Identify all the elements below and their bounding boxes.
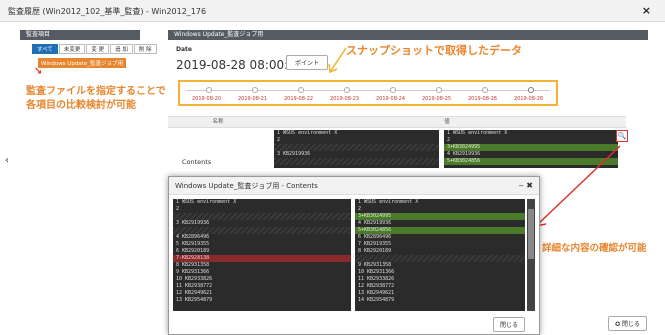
timeline-dot[interactable] bbox=[298, 87, 304, 93]
code-line: 13 KB2949621 bbox=[358, 290, 395, 296]
code-line: 1 WSUS environment X bbox=[447, 130, 508, 136]
zoom-icon[interactable]: 🔍 bbox=[616, 130, 628, 142]
date-value: 2019-08-28 08:00:00 bbox=[176, 58, 304, 72]
timeline-date[interactable]: 2019-08-20 bbox=[192, 96, 221, 102]
detail-header: Windows Update_監査ジョブ用 bbox=[168, 30, 648, 40]
timeline-dot[interactable] bbox=[482, 87, 488, 93]
code-line: 7-KB2928138 bbox=[173, 255, 351, 262]
annotation-left-line2: 各項目の比較検討が可能 bbox=[26, 100, 136, 111]
modal-scrollbar-thumb[interactable] bbox=[528, 209, 534, 259]
tab-deleted[interactable]: 削 除 bbox=[133, 44, 157, 54]
timeline-date[interactable]: 2019-08-24 bbox=[376, 96, 405, 102]
code-line: 6 KB2920189 bbox=[176, 248, 210, 254]
timeline-date[interactable]: 2019-08-23 bbox=[330, 96, 359, 102]
code-line bbox=[274, 144, 439, 151]
timeline-dot[interactable] bbox=[252, 87, 258, 93]
modal-left-code-panel: 1 WSUS environment X2 3 KB2919936 4 KB2896… bbox=[173, 199, 351, 311]
code-line: 8 KB2931358 bbox=[176, 262, 210, 268]
modal-title-bar: Windows Update_監査ジョブ用 - Contents ‒ ✖ bbox=[169, 177, 539, 195]
window-title: 監査履歴 (Win2012_102_基準_監査) - Win2012_176 bbox=[8, 7, 207, 16]
annotation-detail-arrow-icon bbox=[533, 145, 621, 227]
modal-right-code-panel: 1 WSUS environment X 2 3+KB3024995 4 KB2919… bbox=[355, 199, 525, 311]
code-line: 8 KB2920189 bbox=[358, 248, 392, 254]
code-line: 5+KB3024856 bbox=[355, 227, 525, 234]
audit-items-header: 監査項目 bbox=[20, 30, 140, 40]
code-line bbox=[173, 213, 351, 220]
modal-window-controls[interactable]: ‒ ✖ bbox=[519, 177, 533, 195]
column-value-header: 値 bbox=[268, 116, 626, 128]
annotation-left-line1: 監査ファイルを指定することで bbox=[26, 86, 166, 97]
timeline-line bbox=[186, 90, 550, 91]
code-line: 9 KB2931366 bbox=[176, 269, 210, 275]
code-line: 1 WSUS environment X bbox=[277, 130, 338, 136]
timeline-date[interactable]: 2019-08-21 bbox=[238, 96, 267, 102]
snapshot-timeline: 2019-08-20 2019-08-21 2019-08-22 2019-08… bbox=[178, 80, 558, 106]
code-line: 14 KB2954879 bbox=[358, 297, 395, 303]
tab-unchanged[interactable]: 未変更 bbox=[58, 44, 86, 54]
contents-row-label: Contents bbox=[182, 158, 212, 166]
prev-nav-icon[interactable]: ‹ bbox=[5, 155, 9, 166]
timeline-date[interactable]: 2019-08-28 bbox=[514, 96, 543, 102]
tab-changed[interactable]: 変 更 bbox=[86, 44, 110, 54]
code-line: 11 KB2933826 bbox=[358, 276, 395, 282]
audit-items-panel: 監査項目 すべて 未変更 変 更 追 加 削 除 Windows Update_… bbox=[20, 30, 170, 230]
tab-all[interactable]: すべて bbox=[32, 44, 58, 54]
column-name-header: 名称 bbox=[168, 116, 268, 128]
code-line: 12 KB2938772 bbox=[358, 283, 395, 289]
contents-modal: Windows Update_監査ジョブ用 - Contents ‒ ✖ 1 W… bbox=[168, 176, 540, 335]
code-line: 5 KB2919355 bbox=[176, 241, 210, 247]
code-line bbox=[274, 158, 439, 165]
code-line: 9 KB2931358 bbox=[358, 262, 392, 268]
code-line: 4 KB2919936 bbox=[358, 220, 392, 226]
timeline-dot[interactable] bbox=[206, 87, 212, 93]
window-titlebar: 監査履歴 (Win2012_102_基準_監査) - Win2012_176 × bbox=[0, 0, 665, 22]
code-line: 13 KB2954879 bbox=[176, 297, 213, 303]
code-line: 4 KB2896496 bbox=[176, 234, 210, 240]
annotation-snapshot: スナップショットで取得したデータ bbox=[346, 44, 522, 57]
code-line: 2 bbox=[358, 206, 362, 212]
annotation-detail: 詳細な内容の確認が可能 bbox=[542, 243, 647, 254]
code-line: 3 KB2919936 bbox=[277, 151, 311, 157]
annotation-arrow-icon bbox=[328, 47, 347, 74]
code-line: 6 KB2896496 bbox=[358, 234, 392, 240]
code-line: 1 WSUS environment X bbox=[358, 199, 419, 205]
code-line: 2 bbox=[176, 206, 180, 212]
close-icon[interactable]: × bbox=[642, 4, 651, 17]
date-label: Date bbox=[176, 46, 192, 53]
footer-close-button[interactable]: ✪ 閉じる bbox=[608, 316, 647, 331]
point-button[interactable]: ポイント bbox=[286, 55, 329, 70]
timeline-dot[interactable] bbox=[436, 87, 442, 93]
code-line: 7 KB2919355 bbox=[358, 241, 392, 247]
modal-title: Windows Update_監査ジョブ用 - Contents bbox=[175, 182, 318, 190]
filter-tabs: すべて 未変更 変 更 追 加 削 除 bbox=[32, 44, 158, 54]
timeline-date[interactable]: 2019-08-25 bbox=[422, 96, 451, 102]
code-line bbox=[173, 227, 351, 234]
timeline-dot[interactable] bbox=[390, 87, 396, 93]
code-line: 12 KB2949621 bbox=[176, 290, 213, 296]
main-left-code-panel: 1 WSUS environment X2 3 KB2919936 bbox=[274, 130, 439, 168]
timeline-dot[interactable] bbox=[344, 87, 350, 93]
code-line bbox=[355, 255, 525, 262]
code-line: 2 bbox=[277, 137, 281, 143]
modal-scrollbar[interactable] bbox=[527, 199, 535, 311]
code-line: 11 KB2938772 bbox=[176, 283, 213, 289]
code-line: 10 KB2933826 bbox=[176, 276, 213, 282]
annotation-arrow-down: ↘ bbox=[34, 66, 43, 77]
code-line: 1 WSUS environment X bbox=[176, 199, 237, 205]
tab-added[interactable]: 追 加 bbox=[110, 44, 133, 54]
selected-audit-item[interactable]: Windows Update_監査ジョブ用 bbox=[38, 58, 126, 68]
code-line: 10 KB2931366 bbox=[358, 269, 395, 275]
code-line: 3+KB3024995 bbox=[355, 213, 525, 220]
timeline-dot-selected[interactable] bbox=[528, 87, 534, 93]
timeline-date[interactable]: 2019-08-26 bbox=[468, 96, 497, 102]
code-line: 3 KB2919936 bbox=[176, 220, 210, 226]
modal-close-button[interactable]: 閉じる bbox=[493, 317, 526, 332]
timeline-date[interactable]: 2019-08-22 bbox=[284, 96, 313, 102]
